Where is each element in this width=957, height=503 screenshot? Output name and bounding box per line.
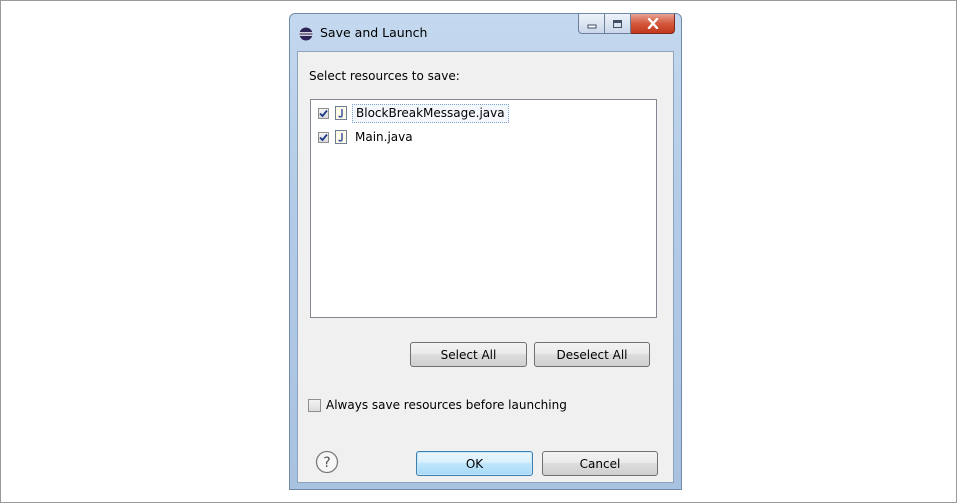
eclipse-icon [299,27,313,41]
select-resources-label: Select resources to save: [309,69,460,83]
select-all-button[interactable]: Select All [410,342,527,367]
resource-name: Main.java [355,129,413,144]
deselect-all-button[interactable]: Deselect All [534,342,650,367]
list-item[interactable]: BlockBreakMessage.java [318,103,509,123]
cancel-button[interactable]: Cancel [542,451,658,476]
always-save-checkbox[interactable] [308,398,321,412]
close-icon [647,18,658,29]
window-title: Save and Launch [320,25,428,40]
resource-checkbox-main[interactable] [318,131,329,143]
always-save-label: Always save resources before launching [326,398,567,412]
resource-name: BlockBreakMessage.java [352,103,509,123]
title-bar[interactable]: Save and Launch [290,14,681,50]
maximize-icon [613,19,622,28]
resource-checkbox-blockbreakmessage[interactable] [318,107,329,119]
close-button[interactable] [631,14,675,34]
help-icon[interactable]: ? [315,450,339,474]
minimize-icon [587,24,596,28]
svg-text:?: ? [323,455,330,471]
checkmark-icon [319,109,328,117]
resources-list[interactable]: BlockBreakMessage.java Main.java [310,99,657,318]
list-item[interactable]: Main.java [318,127,416,147]
java-file-icon [335,130,347,144]
java-file-icon [335,106,347,120]
minimize-button[interactable] [578,14,605,34]
checkmark-icon [319,133,328,141]
dialog-client-area: Select resources to save: BlockBreakMess… [297,51,674,483]
ok-button[interactable]: OK [416,451,533,476]
maximize-button[interactable] [605,14,631,34]
always-save-option[interactable]: Always save resources before launching [308,398,567,412]
caption-buttons [578,14,675,36]
save-and-launch-dialog: Save and Launch Select resources to save… [289,13,682,490]
